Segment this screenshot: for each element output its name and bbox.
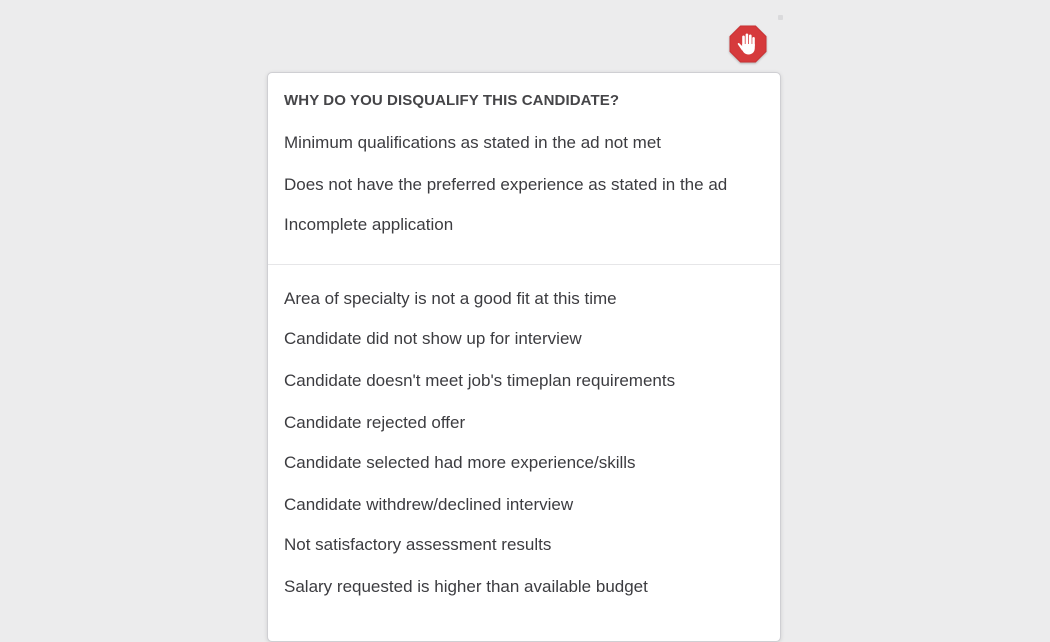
reason-option-area-of-specialty[interactable]: Area of specialty is not a good fit at t… [284, 289, 617, 309]
dropdown-header: WHY DO YOU DISQUALIFY THIS CANDIDATE? [284, 92, 620, 109]
reason-option-preferred-experience[interactable]: Does not have the preferred experience a… [284, 175, 727, 195]
reason-option-salary[interactable]: Salary requested is higher than availabl… [284, 577, 648, 597]
disqualify-button[interactable] [728, 24, 768, 64]
reason-option-incomplete-application[interactable]: Incomplete application [284, 215, 453, 235]
reason-option-rejected-offer[interactable]: Candidate rejected offer [284, 413, 465, 433]
reason-option-timeplan[interactable]: Candidate doesn't meet job's timeplan re… [284, 371, 675, 391]
reason-option-assessment[interactable]: Not satisfactory assessment results [284, 535, 551, 555]
hand-stop-icon [729, 25, 767, 63]
reason-option-withdrew[interactable]: Candidate withdrew/declined interview [284, 495, 573, 515]
disqualify-reason-dropdown: WHY DO YOU DISQUALIFY THIS CANDIDATE? Mi… [267, 72, 781, 642]
corner-marker [778, 15, 783, 20]
group-divider [268, 264, 780, 265]
reason-option-no-show[interactable]: Candidate did not show up for interview [284, 329, 582, 349]
reason-option-more-experience[interactable]: Candidate selected had more experience/s… [284, 453, 636, 473]
reason-option-min-qualifications[interactable]: Minimum qualifications as stated in the … [284, 133, 661, 153]
